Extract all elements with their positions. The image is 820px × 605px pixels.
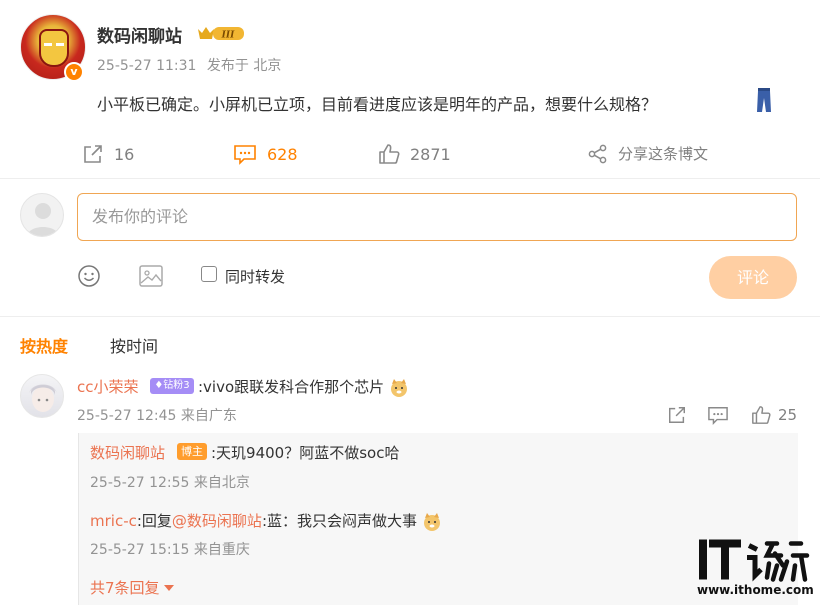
more-replies-link[interactable]: 共7条回复 [90, 577, 174, 598]
reply-location: 来自北京 [193, 475, 250, 491]
share-button[interactable]: 分享这条博文 [588, 143, 708, 164]
commenter-avatar[interactable] [20, 374, 64, 418]
comment-button[interactable]: 628 [233, 143, 298, 165]
emoji-icon[interactable] [77, 264, 101, 288]
default-avatar-icon [27, 203, 59, 236]
post-text: 小平板已确定。小屏机已立项，目前看进度应该是明年的产品，想要什么规格？ [97, 95, 658, 114]
host-badge: 博主 [177, 443, 207, 460]
comment-reply-icon[interactable] [707, 405, 729, 425]
image-icon[interactable] [139, 265, 163, 287]
mention-link[interactable]: @数码闲聊站 [172, 512, 262, 530]
comment-meta: 25-5-27 12:45 来自广东 [77, 405, 237, 425]
reply-text: :天玑9400？阿蓝不做soc哈 [211, 444, 400, 462]
reply-author[interactable]: mric-c [90, 512, 137, 530]
avatar-eye-right [56, 43, 64, 46]
repost-count: 16 [114, 144, 135, 164]
reply-text: mric-c:回复@数码闲聊站:蓝：我只会闷声做大事 [90, 510, 442, 532]
share-label: 分享这条博文 [618, 145, 709, 163]
reply-timestamp: 25-5-27 12:55 [90, 475, 190, 491]
anime-avatar-icon [29, 384, 57, 412]
doge-emoji-icon [390, 378, 407, 397]
avatar-eye-left [44, 43, 52, 46]
ironman-mask-graphic [39, 29, 69, 67]
repost-checkbox-label[interactable]: 同时转发 [225, 266, 285, 287]
comment-location: 来自广东 [180, 408, 237, 424]
tab-sort-time[interactable]: 按时间 [110, 333, 158, 357]
like-count: 2871 [410, 144, 451, 164]
author-name[interactable]: 数码闲聊站 [97, 22, 182, 47]
thumbs-up-icon [379, 144, 400, 164]
caret-down-icon [163, 584, 174, 591]
fan-level-badge: ♦钻粉3 [150, 378, 194, 394]
comment-icon [234, 145, 256, 165]
commenter-name[interactable]: cc小荣荣 [77, 376, 139, 397]
submit-comment-button[interactable]: 评论 [709, 256, 797, 299]
reply-location: 来自重庆 [193, 542, 250, 558]
repost-icon [84, 145, 102, 163]
reply-meta: 25-5-27 12:55 来自北京 [90, 472, 250, 492]
watermark-url: www.ithome.com [697, 583, 814, 597]
comment-like-icon[interactable] [751, 405, 771, 425]
svg-text:III: III [221, 31, 235, 41]
comment-text: :vivo跟联发科合作那个芯片 [198, 376, 409, 398]
reply-author[interactable]: 数码闲聊站 [90, 442, 165, 463]
comment-count: 628 [267, 144, 298, 164]
diamond-icon: ♦ [154, 380, 164, 391]
verified-badge: v [64, 62, 84, 82]
comment-input[interactable]: 发布你的评论 [77, 193, 797, 241]
comment-repost-icon[interactable] [667, 405, 687, 425]
divider [0, 178, 820, 179]
post-timestamp: 25-5-27 11:31 [97, 58, 197, 74]
divider [0, 316, 820, 317]
jeans-icon [757, 88, 771, 112]
comment-timestamp: 25-5-27 12:45 [77, 408, 177, 424]
post-meta: 25-5-27 11:31 发布于 北京 [97, 55, 281, 75]
repost-checkbox[interactable] [201, 266, 217, 282]
reply-meta: 25-5-27 15:15 来自重庆 [90, 539, 250, 559]
rank-badge-icon: III [198, 27, 244, 41]
like-button[interactable]: 2871 [378, 143, 451, 165]
doge-emoji-icon [423, 512, 440, 531]
repost-button[interactable]: 16 [82, 143, 134, 165]
post-location: 发布于 北京 [206, 58, 282, 74]
current-user-avatar [20, 193, 64, 237]
share-icon [588, 144, 607, 163]
reply-timestamp: 25-5-27 15:15 [90, 542, 190, 558]
comment-like-count: 25 [778, 406, 798, 424]
tab-sort-hot[interactable]: 按热度 [20, 333, 68, 357]
